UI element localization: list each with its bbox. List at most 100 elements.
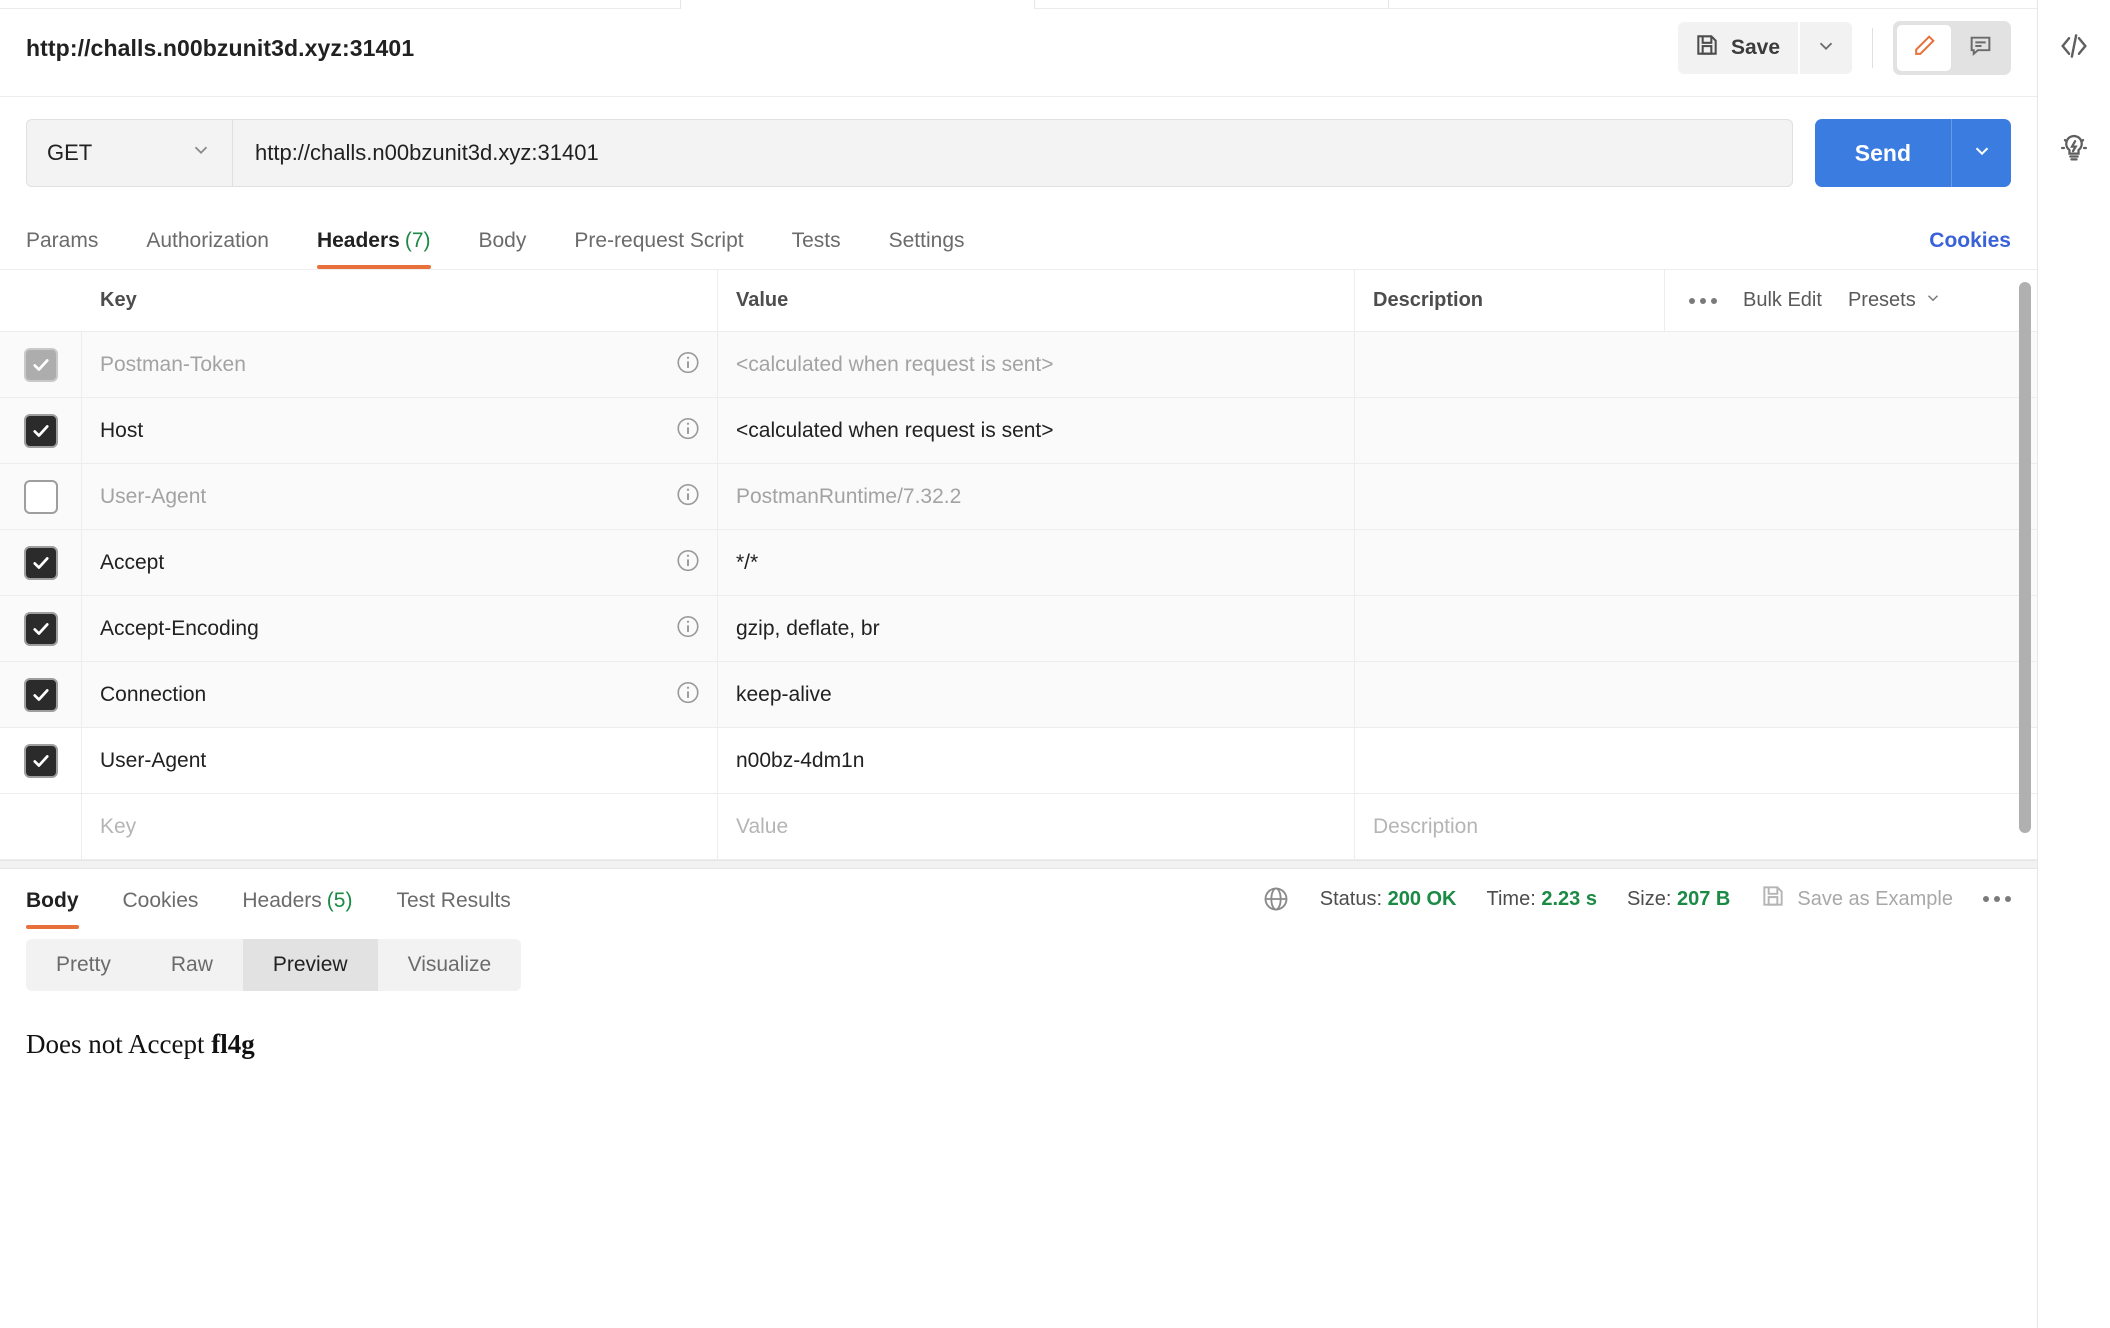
url-bar: GET http://challs.n00bzunit3d.xyz:31401 …: [0, 97, 2037, 207]
save-as-example-label: Save as Example: [1797, 887, 1953, 910]
tab-params[interactable]: Params: [26, 229, 98, 269]
header-value: PostmanRuntime/7.32.2: [736, 484, 962, 508]
header-enabled-checkbox[interactable]: [23, 413, 58, 448]
tab-authorization[interactable]: Authorization: [146, 229, 269, 269]
table-actions: Bulk Edit Presets: [1665, 270, 2037, 331]
size-value: 207 B: [1676, 887, 1731, 910]
response-tabs: Body Cookies Headers (5) Test Results: [26, 889, 511, 929]
url-value: http://challs.n00bzunit3d.xyz:31401: [255, 140, 599, 165]
more-horizontal-icon[interactable]: [1689, 297, 1717, 304]
response-meta: Status: 200 OK Time: 2.23 s Size: 207 B …: [1262, 883, 2011, 929]
row-key-cell[interactable]: Host: [82, 398, 718, 463]
row-value-cell[interactable]: n00bz-4dm1n: [718, 728, 1355, 793]
new-key-placeholder: Key: [100, 814, 137, 838]
save-button[interactable]: Save: [1677, 22, 1798, 74]
comment-mode-button[interactable]: [1953, 25, 2007, 71]
row-description-cell[interactable]: [1355, 662, 1665, 727]
view-mode-raw[interactable]: Raw: [141, 939, 243, 991]
save-options-button[interactable]: [1800, 22, 1852, 74]
response-tab-test-results[interactable]: Test Results: [396, 889, 510, 929]
response-more-icon[interactable]: [1983, 896, 2011, 902]
view-mode-pretty[interactable]: Pretty: [26, 939, 141, 991]
header-description-cell: Description: [1355, 270, 1665, 331]
row-value-cell[interactable]: PostmanRuntime/7.32.2: [718, 464, 1355, 529]
header-key: Accept-Encoding: [100, 616, 259, 640]
send-button-group: Send: [1814, 119, 2011, 187]
row-key-cell[interactable]: User-Agent: [82, 728, 718, 793]
view-mode-visualize[interactable]: Visualize: [378, 939, 522, 991]
new-description-input[interactable]: Description: [1355, 794, 1665, 859]
row-key-cell[interactable]: Accept-Encoding: [82, 596, 718, 661]
row-description-cell[interactable]: [1355, 398, 1665, 463]
row-key-cell[interactable]: User-Agent: [82, 464, 718, 529]
info-icon[interactable]: [675, 415, 701, 446]
tab-pre-request-script[interactable]: Pre-request Script: [574, 229, 743, 269]
column-header-description: Description: [1373, 289, 1484, 311]
presets-button[interactable]: Presets: [1848, 289, 1942, 313]
request-header: http://challs.n00bzunit3d.xyz:31401 Save: [0, 0, 2037, 97]
header-enabled-checkbox[interactable]: [23, 677, 58, 712]
info-icon[interactable]: [675, 481, 701, 512]
tab-headers[interactable]: Headers (7): [316, 229, 431, 269]
new-key-input[interactable]: Key: [82, 794, 718, 859]
size-label: Size:: [1626, 887, 1672, 910]
code-icon[interactable]: [2052, 24, 2096, 68]
info-icon[interactable]: [675, 613, 701, 644]
row-value-cell[interactable]: <calculated when request is sent>: [718, 332, 1355, 397]
row-value-cell[interactable]: keep-alive: [718, 662, 1355, 727]
floppy-disk-icon: [1760, 883, 1786, 915]
tab-label: Cookies: [122, 889, 199, 912]
info-icon[interactable]: [675, 679, 701, 710]
bulk-edit-button[interactable]: Bulk Edit: [1743, 289, 1822, 312]
response-tab-headers[interactable]: Headers (5): [242, 889, 352, 929]
header-enabled-checkbox[interactable]: [23, 743, 58, 778]
response-tab-cookies[interactable]: Cookies: [123, 889, 199, 929]
method-select[interactable]: GET: [26, 119, 232, 187]
divider: [1872, 28, 1873, 68]
tab-tests[interactable]: Tests: [792, 229, 841, 269]
row-description-cell[interactable]: [1355, 332, 1665, 397]
row-key-cell[interactable]: Accept: [82, 530, 718, 595]
info-icon[interactable]: [675, 547, 701, 578]
header-enabled-checkbox[interactable]: [23, 545, 58, 580]
cookies-link[interactable]: Cookies: [1929, 229, 2011, 269]
response-tab-body[interactable]: Body: [26, 889, 79, 929]
table-empty-row[interactable]: Key Value Description: [0, 794, 2037, 860]
row-actions-cell: [1665, 728, 2037, 793]
tab-settings[interactable]: Settings: [889, 229, 965, 269]
row-checkbox-cell: [0, 596, 82, 661]
header-value: gzip, deflate, br: [736, 616, 880, 640]
row-description-cell[interactable]: [1355, 530, 1665, 595]
new-value-input[interactable]: Value: [718, 794, 1355, 859]
save-as-example-button[interactable]: Save as Example: [1760, 883, 1953, 915]
edit-mode-button[interactable]: [1897, 25, 1951, 71]
view-mode-preview[interactable]: Preview: [242, 939, 378, 991]
row-key-cell[interactable]: Postman-Token: [82, 332, 718, 397]
row-value-cell[interactable]: */*: [718, 530, 1355, 595]
row-description-cell[interactable]: [1355, 464, 1665, 529]
header-enabled-checkbox[interactable]: [23, 611, 58, 646]
header-checkbox-cell: [0, 270, 82, 331]
send-button[interactable]: Send: [1814, 119, 1951, 187]
pane-divider[interactable]: [0, 860, 2037, 869]
row-value-cell[interactable]: gzip, deflate, br: [718, 596, 1355, 661]
row-description-cell[interactable]: [1355, 728, 1665, 793]
time-label: Time:: [1486, 887, 1536, 910]
url-input[interactable]: http://challs.n00bzunit3d.xyz:31401: [232, 119, 1793, 187]
empty-actions-cell: [1665, 794, 2037, 859]
row-actions-cell: [1665, 332, 2037, 397]
header-enabled-checkbox[interactable]: [23, 479, 58, 514]
new-description-placeholder: Description: [1373, 814, 1479, 838]
lightbulb-icon[interactable]: [2052, 126, 2096, 170]
table-scrollbar[interactable]: [2019, 282, 2031, 833]
tab-body[interactable]: Body: [479, 229, 527, 269]
row-description-cell[interactable]: [1355, 596, 1665, 661]
row-value-cell[interactable]: <calculated when request is sent>: [718, 398, 1355, 463]
row-actions-cell: [1665, 662, 2037, 727]
info-icon[interactable]: [675, 349, 701, 380]
page-title: http://challs.n00bzunit3d.xyz:31401: [26, 34, 415, 61]
chevron-down-icon: [1924, 289, 1942, 313]
send-options-button[interactable]: [1951, 119, 2011, 187]
row-key-cell[interactable]: Connection: [82, 662, 718, 727]
header-enabled-checkbox[interactable]: [23, 347, 58, 382]
